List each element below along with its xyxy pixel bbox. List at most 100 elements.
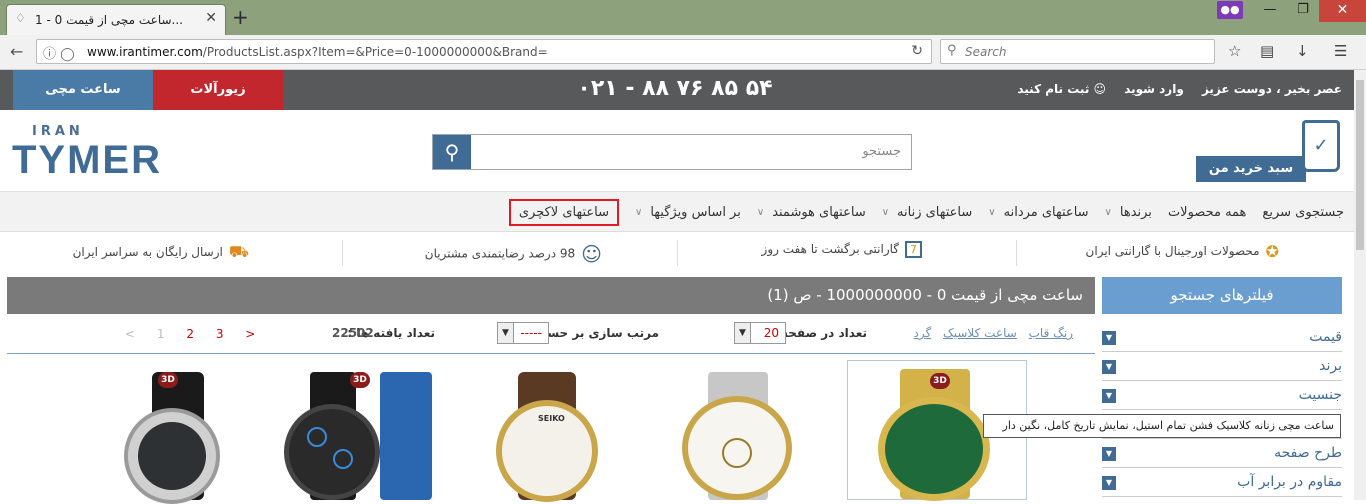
page-scrollbar[interactable] — [1354, 70, 1366, 500]
pager-prev[interactable]: < — [125, 327, 135, 341]
benefit-return: 7گارانتی برگشت تا هفت روز — [762, 241, 922, 258]
hamburger-menu-icon[interactable]: ☰ — [1334, 42, 1347, 60]
chevron-down-icon: ∨ — [1104, 206, 1112, 218]
info-shield-icon[interactable]: ⓘ ◯ — [43, 43, 75, 62]
url-text: www.irantimer.com/ProductsList.aspx?Item… — [87, 45, 548, 59]
menu-luxury-watches[interactable]: ساعتهای لاکچری — [508, 198, 619, 226]
per-page-select[interactable]: ▼ 20 — [734, 322, 786, 344]
pager-page-1[interactable]: 1 — [157, 327, 165, 341]
benefits-row: ✪محصولات اورجینال با گارانتی ایران 7گارا… — [0, 232, 1354, 274]
reading-list-icon[interactable]: ▤ — [1260, 42, 1274, 60]
login-link[interactable]: وارد شوید — [1124, 82, 1184, 96]
browser-tab-bar: ♢ ساعت مچی از قیمت 0 - 1... ✕ + ●● — ❐ ✕ — [0, 0, 1366, 35]
per-page-value: 20 — [763, 326, 779, 340]
watch-image — [682, 396, 792, 500]
expand-icon[interactable]: ▼ — [1102, 476, 1116, 490]
diamond-favicon-icon: ♢ — [15, 11, 26, 25]
filter-brand[interactable]: برند ▼ — [1102, 353, 1342, 381]
pager-page-2[interactable]: 2 — [186, 327, 194, 341]
phone-number: ۰۲۱ - ۸۸ ۷۶ ۸۵ ۵۴ — [577, 76, 773, 101]
pager-page-3[interactable]: 3 — [216, 327, 224, 341]
browser-tab[interactable]: ♢ ساعت مچی از قیمت 0 - 1... ✕ — [6, 4, 226, 35]
chevron-down-icon: ∨ — [635, 206, 643, 218]
greeting-dropdown[interactable]: عصر بخیر ، دوست عزیز — [1202, 82, 1342, 96]
jewelry-section-button[interactable]: زیورآلات — [153, 70, 283, 110]
menu-quick-search[interactable]: جستجوی سریع — [1262, 205, 1344, 220]
menu-womens-watches[interactable]: ساعتهای زنانه ∨ — [882, 205, 973, 220]
per-page-label: تعداد در صفحه: — [776, 326, 867, 340]
browser-search-placeholder: Search — [965, 45, 1007, 59]
chevron-down-icon: ∨ — [881, 206, 890, 218]
tab-title: ساعت مچی از قیمت 0 - 1... — [35, 13, 183, 27]
tab-close-icon[interactable]: ✕ — [205, 10, 217, 26]
shopping-bag-icon: ✓ — [1302, 120, 1340, 172]
register-link[interactable]: ☺ ثبت نام کنید — [1017, 82, 1106, 96]
sort-select[interactable]: ▼ ----- — [497, 322, 549, 344]
site-search-input[interactable]: ⚲ جستجو — [432, 134, 912, 170]
benefit-satisfaction: ☺98 درصد رضایتمندی مشتریان — [424, 242, 602, 266]
results-title: ساعت مچی از قیمت 0 - 1000000000 - ص (1) — [7, 277, 1095, 314]
watch-image — [124, 408, 220, 504]
site-logo[interactable]: IRAN TYMER — [12, 124, 182, 184]
watch-image: SEIKO — [496, 400, 598, 502]
menu-mens-watches[interactable]: ساعتهای مردانه ∨ — [988, 205, 1088, 220]
browser-search-box[interactable]: ⚲ Search — [940, 39, 1215, 64]
url-bar[interactable]: ⓘ ◯ www.irantimer.com/ProductsList.aspx?… — [36, 39, 932, 64]
pagination: < 1 2 3 > — [125, 327, 273, 341]
found-count: 22502 — [332, 326, 374, 340]
expand-icon[interactable]: ▼ — [1102, 331, 1116, 345]
minimize-icon[interactable]: — — [1255, 0, 1285, 22]
filter-dial-design[interactable]: طرح صفحه ▼ — [1102, 440, 1342, 468]
benefit-shipping: ⛟ارسال رایگان به سراسر ایران — [72, 242, 249, 261]
watch-subdial — [307, 427, 327, 447]
expand-icon[interactable]: ▼ — [1102, 389, 1116, 403]
divider — [342, 240, 343, 266]
watch-section-button[interactable]: ساعت مچی — [13, 70, 153, 110]
product-card[interactable]: 3D — [270, 360, 450, 500]
product-card[interactable]: 3D — [88, 360, 268, 504]
filter-price[interactable]: قیمت ▼ — [1102, 324, 1342, 352]
bookmark-star-icon[interactable]: ☆ — [1228, 42, 1241, 60]
menu-brands[interactable]: برندها ∨ — [1105, 205, 1152, 220]
user-icon: ☺ — [1089, 82, 1107, 96]
menu-by-features[interactable]: بر اساس ویژگیها ∨ — [635, 205, 741, 220]
sort-value: ----- — [520, 326, 542, 340]
watch-skeleton — [722, 438, 752, 468]
chevron-down-icon: ▼ — [735, 323, 751, 343]
tag-classic[interactable]: ساعت کلاسیک — [943, 326, 1017, 340]
watch-strap — [380, 372, 432, 500]
site-search-placeholder: جستجو — [862, 144, 901, 159]
magnifier-icon[interactable]: ⚲ — [433, 135, 471, 169]
menu-smart-watches[interactable]: ساعتهای هوشمند ∨ — [757, 205, 866, 220]
tag-links: رنگ قاب ساعت کلاسیک گرد — [914, 326, 1074, 340]
category-menu: جستجوی سریع همه محصولات برندها ∨ ساعتهای … — [0, 192, 1354, 232]
back-arrow-icon[interactable]: ← — [10, 42, 23, 61]
account-links: عصر بخیر ، دوست عزیز وارد شوید ☺ ثبت نام… — [1003, 82, 1342, 96]
tag-round[interactable]: گرد — [914, 326, 932, 340]
reload-icon[interactable]: ↻ — [911, 43, 923, 59]
badge-3d: 3D — [930, 373, 950, 389]
filter-water-resistant[interactable]: مقاوم در برابر آب ▼ — [1102, 469, 1342, 497]
product-card[interactable]: SEIKO — [478, 360, 658, 502]
results-controls: رنگ قاب ساعت کلاسیک گرد تعداد در صفحه: ▼… — [7, 318, 1095, 354]
calendar-icon: 7 — [905, 241, 922, 258]
expand-icon[interactable]: ▼ — [1102, 360, 1116, 374]
expand-icon[interactable]: ▼ — [1102, 447, 1116, 461]
private-mask-icon: ●● — [1217, 1, 1243, 19]
product-card[interactable] — [668, 360, 848, 500]
logo-small-text: IRAN — [32, 124, 84, 139]
window-close-icon[interactable]: ✕ — [1319, 0, 1366, 22]
filter-gender[interactable]: جنسیت ▼ — [1102, 382, 1342, 410]
pager-next[interactable]: > — [245, 327, 255, 341]
menu-all-products[interactable]: همه محصولات — [1168, 205, 1246, 220]
restore-icon[interactable]: ❐ — [1288, 0, 1318, 22]
new-tab-button[interactable]: + — [232, 5, 249, 29]
benefit-original: ✪محصولات اورجینال با گارانتی ایران — [1085, 242, 1279, 261]
cart-button[interactable]: سبد خرید من ✓ — [1196, 120, 1340, 182]
download-icon[interactable]: ↓ — [1296, 42, 1309, 60]
watch-subdial — [333, 449, 353, 469]
cart-icon: ⛟ — [228, 242, 249, 261]
badge-3d: 3D — [158, 372, 178, 388]
tag-case-color[interactable]: رنگ قاب — [1029, 326, 1073, 340]
scrollbar-thumb[interactable] — [1356, 80, 1364, 250]
